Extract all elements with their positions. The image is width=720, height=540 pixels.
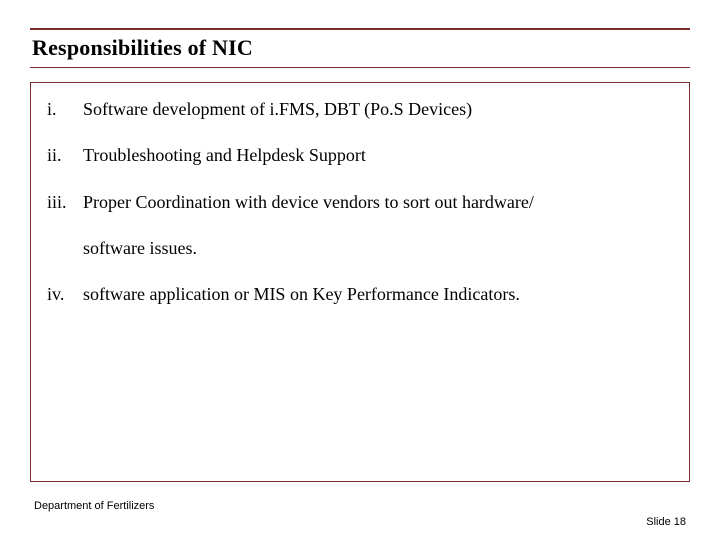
footer-right: Slide 18 (646, 516, 686, 528)
list-item-text-cont: software issues. (83, 236, 671, 260)
content-box: Software development of i.FMS, DBT (Po.S… (30, 82, 690, 482)
list-item-text: software application or MIS on Key Perfo… (83, 284, 520, 304)
title-area: Responsibilities of NIC (30, 28, 690, 68)
slide-title: Responsibilities of NIC (30, 32, 690, 68)
title-rule-top (30, 28, 690, 30)
list-item-text: Software development of i.FMS, DBT (Po.S… (83, 99, 472, 119)
ordered-list: Software development of i.FMS, DBT (Po.S… (39, 97, 671, 306)
footer-left: Department of Fertilizers (34, 500, 154, 512)
list-item: Proper Coordination with device vendors … (39, 190, 671, 261)
list-item: Troubleshooting and Helpdesk Support (39, 143, 671, 167)
list-item: Software development of i.FMS, DBT (Po.S… (39, 97, 671, 121)
list-item: software application or MIS on Key Perfo… (39, 282, 671, 306)
list-item-text: Proper Coordination with device vendors … (83, 192, 534, 212)
list-item-text: Troubleshooting and Helpdesk Support (83, 145, 366, 165)
